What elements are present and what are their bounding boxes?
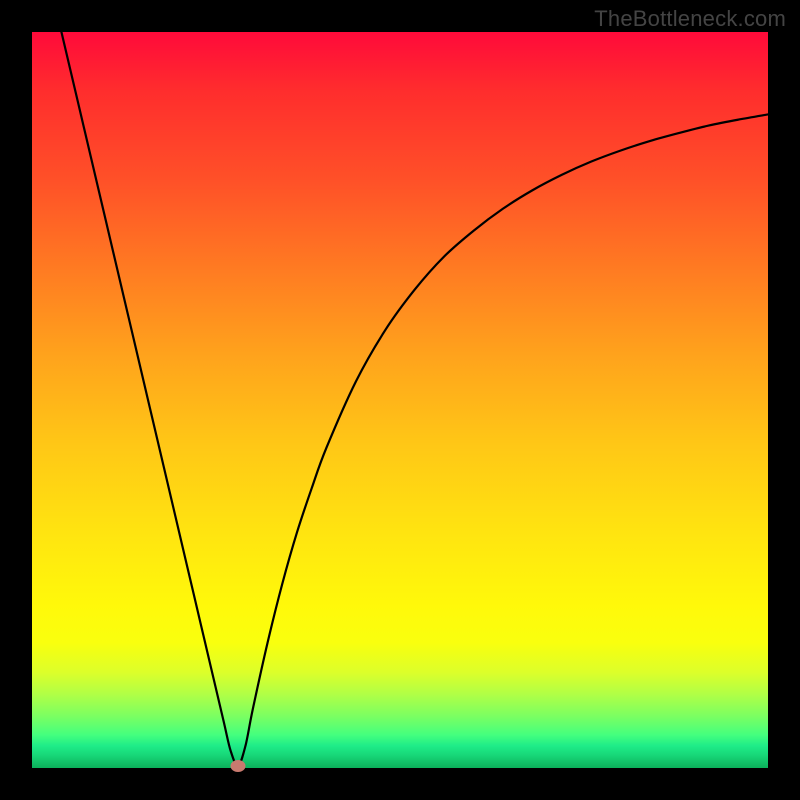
minimum-point-marker (231, 760, 246, 772)
plot-area (32, 32, 768, 768)
watermark-text: TheBottleneck.com (594, 6, 786, 32)
bottleneck-curve (32, 32, 768, 768)
